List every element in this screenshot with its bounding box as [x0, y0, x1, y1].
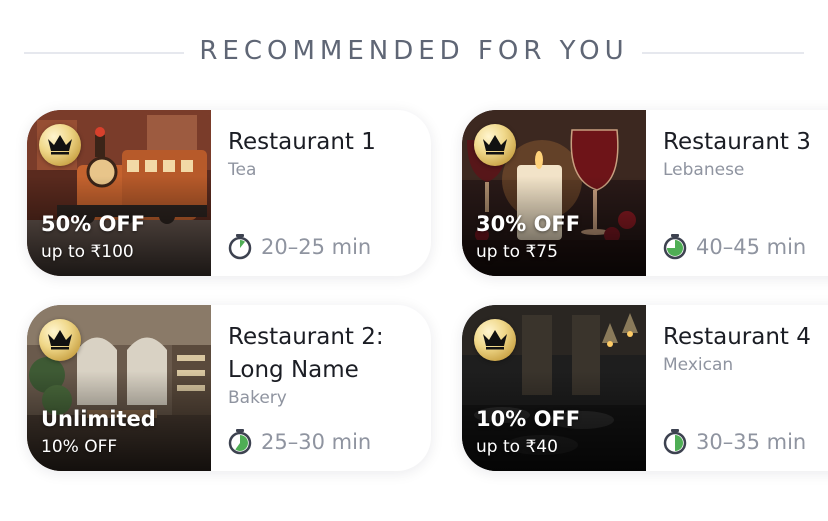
- restaurant-name: Restaurant 4: [663, 324, 811, 350]
- crown-icon: [39, 124, 81, 166]
- delivery-time-text: 25–30 min: [261, 430, 372, 454]
- restaurant-name: Restaurant 1: [228, 129, 376, 155]
- restaurant-photo: 30% OFF up to ₹75: [462, 110, 646, 276]
- timer-icon: [228, 429, 252, 455]
- restaurant-card[interactable]: Unlimited 10% OFF Restaurant 2: Long Nam…: [27, 305, 431, 471]
- offer-subtitle: up to ₹100: [41, 242, 134, 262]
- restaurant-card[interactable]: 30% OFF up to ₹75 Restaurant 3 Lebanese …: [462, 110, 828, 276]
- timer-icon: [663, 429, 687, 455]
- offer-title: 50% OFF: [41, 212, 146, 236]
- delivery-time: 30–35 min: [663, 428, 806, 456]
- crown-icon: [474, 124, 516, 166]
- offer-title: 30% OFF: [476, 212, 581, 236]
- offer-subtitle: 10% OFF: [41, 437, 118, 457]
- crown-icon: [474, 319, 516, 361]
- offer-subtitle: up to ₹40: [476, 437, 558, 457]
- restaurant-photo: 10% OFF up to ₹40: [462, 305, 646, 471]
- divider-right: [642, 52, 804, 54]
- delivery-time-text: 40–45 min: [696, 235, 807, 259]
- section-title: RECOMMENDED FOR YOU: [199, 36, 629, 66]
- timer-icon: [663, 234, 687, 260]
- delivery-time: 25–30 min: [228, 428, 371, 456]
- cuisine-label: Tea: [228, 160, 257, 180]
- cuisine-label: Lebanese: [663, 160, 745, 180]
- offer-subtitle: up to ₹75: [476, 242, 558, 262]
- delivery-time: 40–45 min: [663, 233, 806, 261]
- restaurant-name: Restaurant 3: [663, 129, 811, 155]
- cuisine-label: Mexican: [663, 355, 734, 375]
- offer-title: 10% OFF: [476, 407, 581, 431]
- restaurant-card[interactable]: 50% OFF up to ₹100 Restaurant 1 Tea 20–2…: [27, 110, 431, 276]
- delivery-time: 20–25 min: [228, 233, 371, 261]
- restaurant-name: Restaurant 2: Long Name: [228, 324, 384, 383]
- timer-icon: [228, 234, 252, 260]
- delivery-time-text: 20–25 min: [261, 235, 372, 259]
- crown-icon: [39, 319, 81, 361]
- delivery-time-text: 30–35 min: [696, 430, 807, 454]
- restaurant-photo: 50% OFF up to ₹100: [27, 110, 211, 276]
- restaurant-photo: Unlimited 10% OFF: [27, 305, 211, 471]
- section-header: RECOMMENDED FOR YOU: [0, 30, 828, 78]
- offer-title: Unlimited: [41, 407, 156, 431]
- restaurant-card[interactable]: 10% OFF up to ₹40 Restaurant 4 Mexican 3…: [462, 305, 828, 471]
- cuisine-label: Bakery: [228, 388, 287, 408]
